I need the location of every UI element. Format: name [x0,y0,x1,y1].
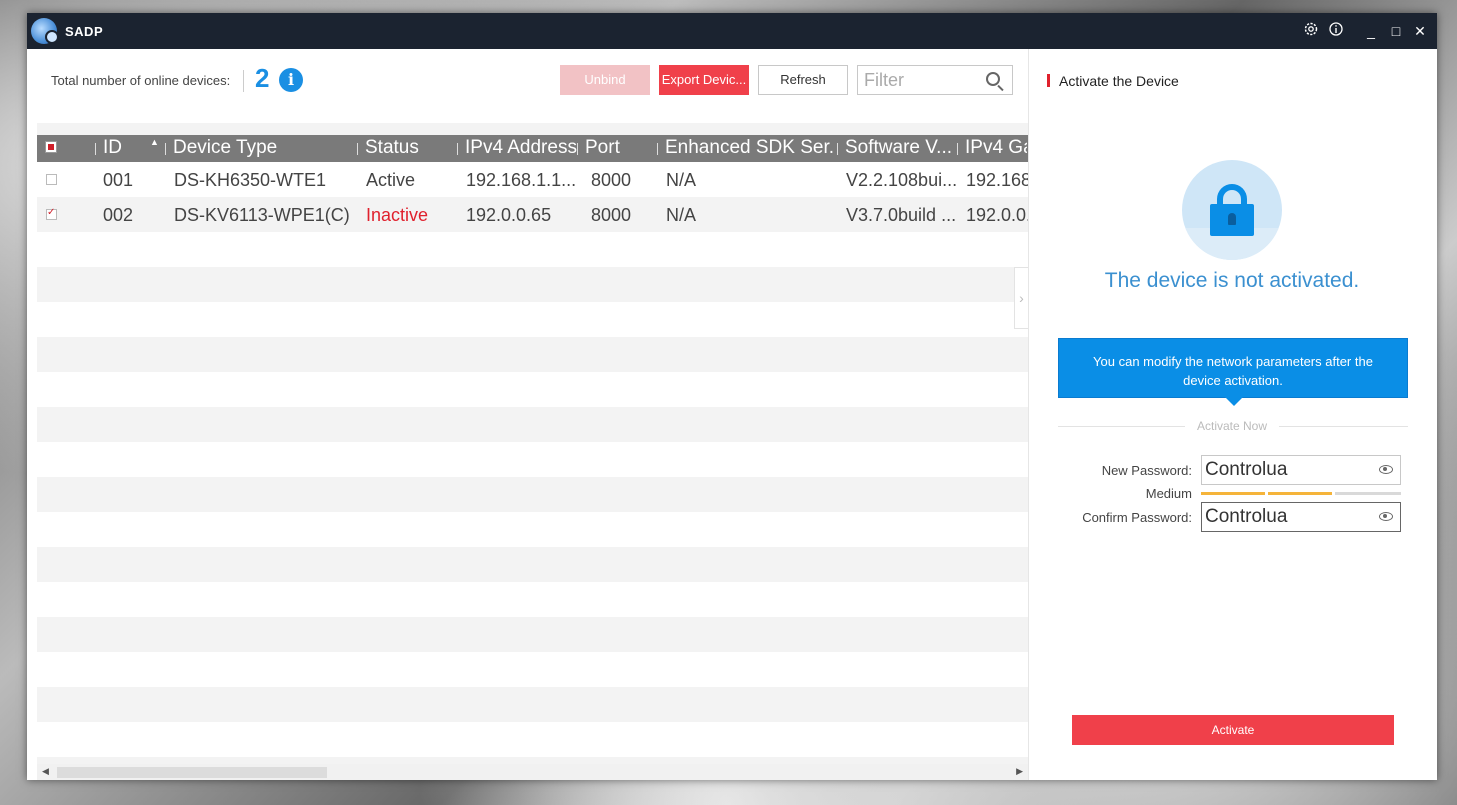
cell-device-type: DS-KH6350-WTE1 [174,170,327,190]
column-header-id[interactable]: ID [103,137,145,159]
device-table: ID ▲ Device Type Status IPv4 Address Por… [37,135,1028,764]
cell-device-type: DS-KV6113-WPE1(C) [174,205,350,225]
minimize-button[interactable]: _ [1361,21,1381,41]
column-header-status[interactable]: Status [365,137,455,159]
cell-software-version: V2.2.108bui... [846,170,956,190]
row-checkbox-checked[interactable] [46,207,57,220]
select-all-checkbox[interactable] [45,141,57,153]
column-divider [657,143,658,155]
collapse-panel-chevron-icon[interactable]: › [1014,267,1028,329]
column-header-enhanced-sdk[interactable]: Enhanced SDK Ser... [665,137,835,159]
column-divider [357,143,358,155]
unbind-button[interactable]: Unbind [560,65,650,95]
cell-port: 8000 [591,170,632,190]
scroll-right-icon[interactable]: ▶ [1016,766,1023,777]
cell-id: 002 [103,205,134,225]
settings-gear-icon[interactable] [1301,21,1321,41]
new-password-label: New Password: [1101,463,1192,478]
column-divider [457,143,458,155]
filter-box [857,65,1013,95]
cell-sdk: N/A [666,205,697,225]
empty-row [37,477,1028,512]
about-info-icon[interactable] [1326,21,1346,41]
column-divider [95,143,96,155]
total-devices-label: Total number of online devices: [51,73,231,88]
lock-body [1210,204,1254,236]
cell-gateway: 192.168 [966,170,1028,190]
activate-button[interactable]: Activate [1072,715,1394,745]
cell-ipv4: 192.168.1.1... [466,170,576,190]
new-password-field[interactable] [1202,456,1370,484]
empty-row [37,407,1028,442]
column-header-ipv4-gateway[interactable]: IPv4 Ga [965,137,1027,159]
filter-input[interactable] [858,66,978,94]
cell-id: 001 [103,170,134,190]
empty-row [37,547,1028,582]
column-divider [577,143,578,155]
column-divider [837,143,838,155]
password-strength-label: Medium [1145,486,1192,501]
column-divider [957,143,958,155]
panel-title-marker [1047,74,1050,87]
cell-status: Inactive [366,205,429,225]
device-info-icon[interactable]: i [279,68,303,92]
scrollbar-thumb[interactable] [57,767,327,778]
table-header: ID ▲ Device Type Status IPv4 Address Por… [37,135,1028,162]
table-row[interactable]: 001 DS-KH6350-WTE1 Active 192.168.1.1...… [37,162,1028,197]
close-button[interactable]: ✕ [1410,21,1430,41]
column-header-ipv4-address[interactable]: IPv4 Address [465,137,577,159]
app-title: SADP [65,24,104,39]
column-header-software-version[interactable]: Software V... [845,137,957,159]
empty-row [37,687,1028,722]
strength-segment [1268,492,1332,495]
strength-segment [1335,492,1401,495]
column-header-port[interactable]: Port [585,137,655,159]
empty-row [37,337,1028,372]
table-top-band [37,123,1028,135]
export-devices-button[interactable]: Export Devic... [659,65,749,95]
cell-port: 8000 [591,205,632,225]
empty-row [37,617,1028,652]
horizontal-scrollbar[interactable]: ◀ ▶ [37,764,1028,780]
show-password-eye-icon[interactable] [1379,465,1393,474]
device-list-pane: Total number of online devices: 2 i Unbi… [27,49,1028,780]
activate-now-heading: Activate Now [1029,419,1435,433]
activation-panel: Activate the Device The device is not ac… [1028,49,1437,780]
sadp-logo-icon [31,18,59,44]
table-row[interactable]: 002 DS-KV6113-WPE1(C) Inactive 192.0.0.6… [37,197,1028,232]
column-divider [165,143,166,155]
scroll-left-icon[interactable]: ◀ [42,766,49,777]
lock-icon [1182,160,1282,260]
password-strength-meter [1201,492,1401,495]
activate-now-label: Activate Now [1184,419,1280,433]
cell-gateway: 192.0.0. [966,205,1028,225]
not-activated-message: The device is not activated. [1104,269,1360,292]
cell-status: Active [366,170,416,190]
panel-title: Activate the Device [1059,73,1179,89]
sort-ascending-icon: ▲ [150,137,159,147]
maximize-button[interactable]: □ [1386,21,1406,41]
row-checkbox[interactable] [46,174,57,185]
confirm-password-box [1201,502,1401,532]
total-devices-count: 2 [255,63,270,93]
title-bar: SADP _ □ ✕ [27,13,1437,49]
search-icon[interactable] [986,72,1000,86]
cell-ipv4: 192.0.0.65 [466,205,552,225]
toolbar-divider [243,70,244,92]
column-header-device-type[interactable]: Device Type [173,137,353,159]
new-password-box [1201,455,1401,485]
device-toolbar: Total number of online devices: 2 i Unbi… [27,49,1028,119]
empty-row [37,757,1028,764]
refresh-button[interactable]: Refresh [758,65,848,95]
empty-row [37,267,1028,302]
confirm-password-label: Confirm Password: [1082,510,1192,525]
cell-sdk: N/A [666,170,697,190]
show-password-eye-icon[interactable] [1379,512,1393,521]
cell-software-version: V3.7.0build ... [846,205,956,225]
activation-tooltip: You can modify the network parameters af… [1058,338,1408,406]
confirm-password-field[interactable] [1202,503,1370,531]
sadp-window: SADP _ □ ✕ Total number of online device… [27,13,1437,780]
strength-segment [1201,492,1265,495]
